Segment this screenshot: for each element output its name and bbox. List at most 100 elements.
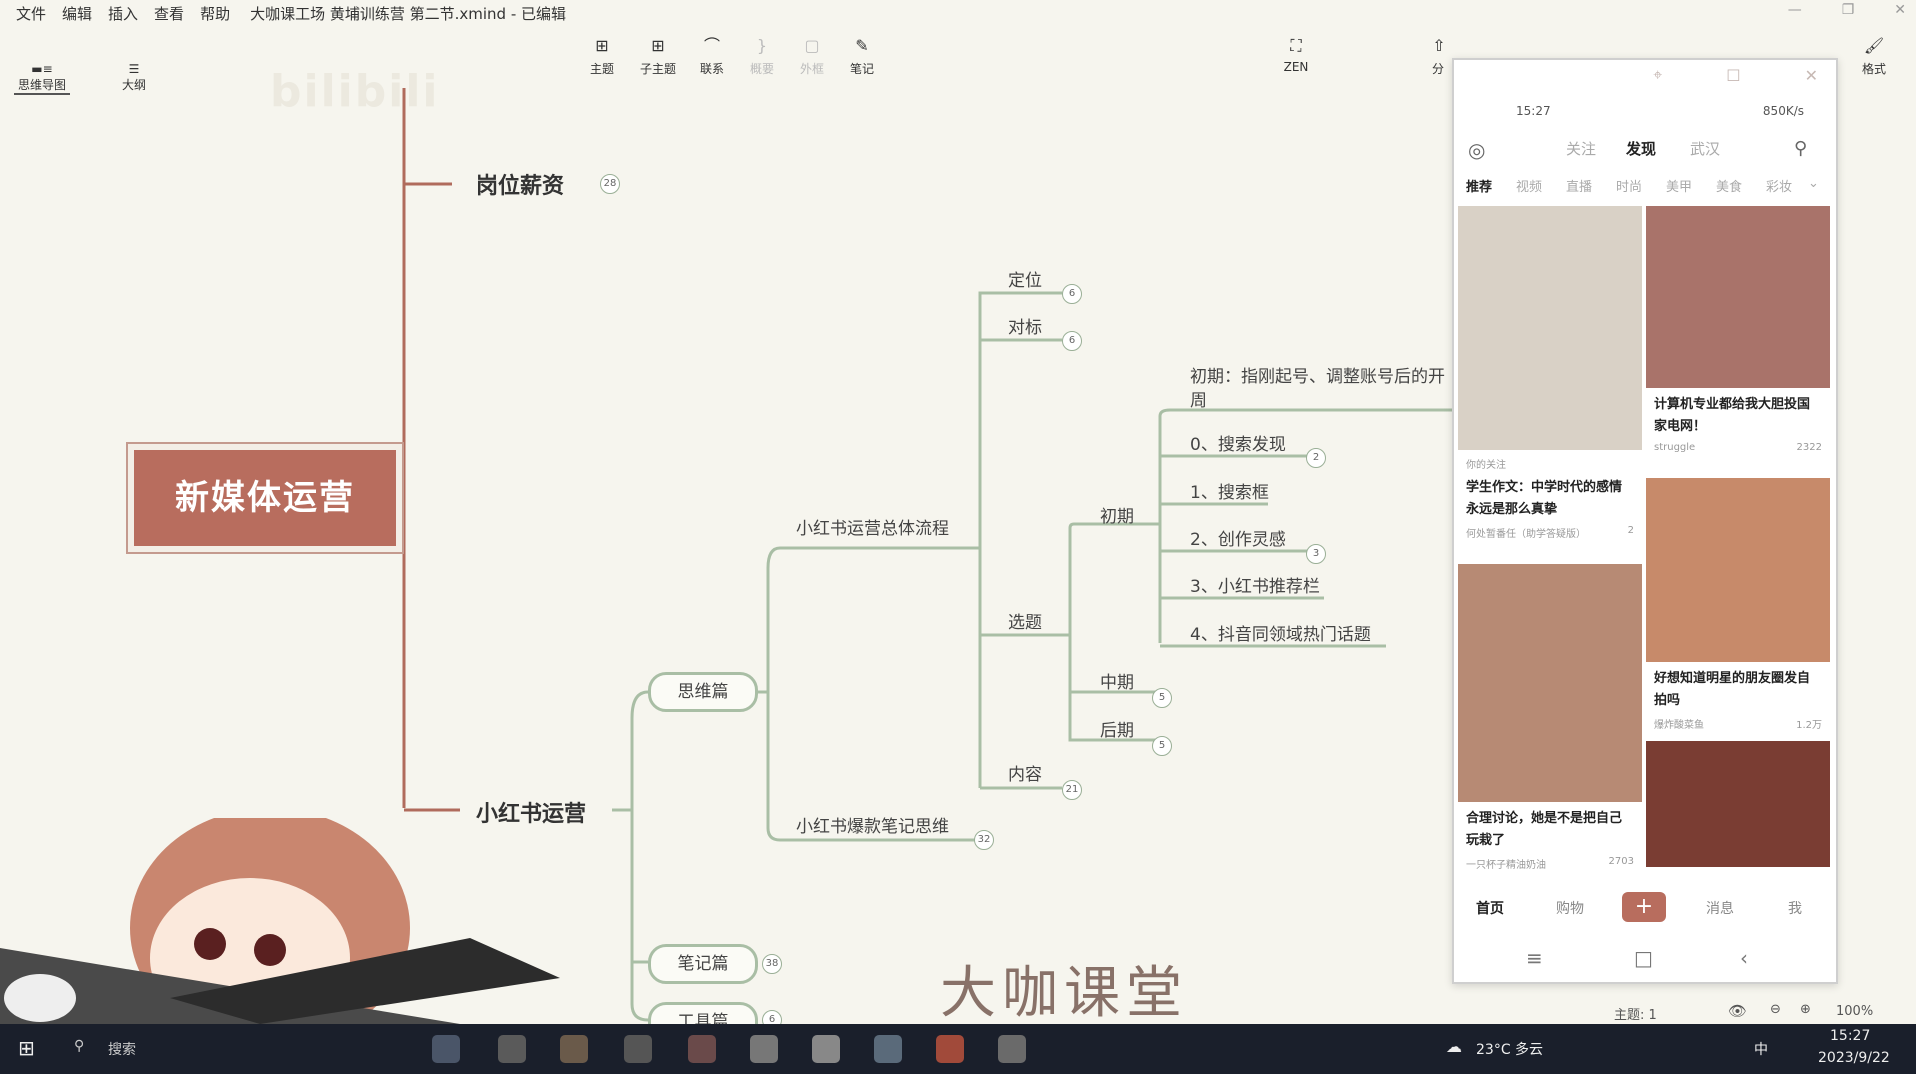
- phone-maximize-icon[interactable]: ☐: [1726, 66, 1740, 85]
- topic-item3[interactable]: 3、小红书推荐栏: [1190, 572, 1320, 597]
- windows-start-icon[interactable]: ⊞: [18, 1036, 35, 1060]
- menu-edit[interactable]: 编辑: [62, 3, 92, 24]
- boundary-button[interactable]: ▢ 外框: [784, 36, 840, 77]
- feed-card[interactable]: 好想知道明星的朋友圈发自拍吗 爆炸酸菜鱼 1.2万: [1646, 478, 1830, 867]
- nav-shop[interactable]: 购物: [1556, 898, 1584, 918]
- folder-icon[interactable]: [998, 1035, 1026, 1063]
- zoom-out-icon[interactable]: ⊖: [1770, 1002, 1781, 1017]
- zoom-in-icon[interactable]: ⊕: [1800, 1002, 1811, 1017]
- zen-button[interactable]: ⛶ ZEN: [1268, 36, 1324, 74]
- clock-date[interactable]: 2023/9/22: [1818, 1050, 1890, 1066]
- app-icon[interactable]: [498, 1035, 526, 1063]
- share-button[interactable]: ⇧ 分: [1428, 36, 1448, 77]
- card-title: 计算机专业都给我大胆投国家电网！: [1654, 397, 1811, 434]
- collapse-badge-middle[interactable]: 5: [1152, 688, 1172, 708]
- topic-salary[interactable]: 岗位薪资: [476, 168, 564, 200]
- collapse-badge-notes[interactable]: 38: [762, 954, 782, 974]
- feed-card[interactable]: 计算机专业都给我大胆投国家电网！ struggle 2322: [1646, 206, 1830, 457]
- topic-benchmark[interactable]: 对标: [1008, 313, 1042, 338]
- feed-card[interactable]: 合理讨论，她是不是把自己玩栽了 一只杯子精油奶油 2703: [1458, 564, 1642, 875]
- cat-recommend[interactable]: 推荐: [1466, 176, 1492, 195]
- topic-button[interactable]: ⊞ 主题: [574, 36, 630, 77]
- cat-fashion[interactable]: 时尚: [1616, 176, 1642, 195]
- music-app-icon[interactable]: [560, 1035, 588, 1063]
- topic-item2[interactable]: 2、创作灵感: [1190, 525, 1286, 550]
- back-arrow-icon[interactable]: ‹: [1740, 946, 1748, 970]
- topic-item0[interactable]: 0、搜索发现: [1190, 430, 1286, 455]
- cat-makeup[interactable]: 彩妆: [1766, 176, 1792, 195]
- collapse-badge-positioning[interactable]: 6: [1062, 284, 1082, 304]
- collapse-badge-viral[interactable]: 32: [974, 830, 994, 850]
- app-icon[interactable]: [750, 1035, 778, 1063]
- central-topic[interactable]: 新媒体运营: [126, 442, 404, 554]
- weather-text[interactable]: 23°C 多云: [1476, 1039, 1543, 1059]
- phone-mirror-window[interactable]: ⌖ ☐ ✕ 15:27 850K/s ◎ 关注 发现 武汉 ⚲ 推荐 视频 直播…: [1452, 58, 1838, 984]
- topic-early[interactable]: 初期: [1100, 502, 1134, 527]
- maximize-icon[interactable]: ❐: [1842, 2, 1855, 18]
- app-icon[interactable]: [812, 1035, 840, 1063]
- card-meta: 何处暂番任（助学答疑版） 2: [1458, 521, 1642, 544]
- relation-button[interactable]: ⌒ 联系: [684, 36, 740, 77]
- card-meta: 一只杯子精油奶油 2703: [1458, 852, 1642, 875]
- phone-link-icon[interactable]: [874, 1035, 902, 1063]
- topic-notes[interactable]: 笔记篇: [648, 944, 758, 984]
- cat-live[interactable]: 直播: [1566, 176, 1592, 195]
- menu-lines-icon[interactable]: ≡: [1526, 946, 1543, 970]
- menu-view[interactable]: 查看: [154, 3, 184, 24]
- collapse-badge-benchmark[interactable]: 6: [1062, 331, 1082, 351]
- nav-home[interactable]: 首页: [1476, 898, 1504, 918]
- taskbar-search-icon[interactable]: ⚲: [74, 1038, 84, 1054]
- collapse-badge-content[interactable]: 21: [1062, 780, 1082, 800]
- phone-search-icon[interactable]: ⚲: [1794, 138, 1807, 159]
- topic-content[interactable]: 内容: [1008, 760, 1042, 785]
- clock-time[interactable]: 15:27: [1830, 1028, 1870, 1044]
- cat-nails[interactable]: 美甲: [1666, 176, 1692, 195]
- app-icon[interactable]: [624, 1035, 652, 1063]
- feed-card[interactable]: 你的关注 学生作文：中学时代的感情永远是那么真挚 何处暂番任（助学答疑版） 2: [1458, 206, 1642, 544]
- topic-overall-flow[interactable]: 小红书运营总体流程: [796, 514, 949, 539]
- topic-item1[interactable]: 1、搜索框: [1190, 478, 1269, 503]
- cat-video[interactable]: 视频: [1516, 176, 1542, 195]
- cat-expand-icon[interactable]: ⌄: [1808, 176, 1819, 191]
- close-icon[interactable]: ✕: [1894, 2, 1906, 18]
- format-button[interactable]: 🖌 格式: [1846, 36, 1902, 77]
- menu-help[interactable]: 帮助: [200, 3, 230, 24]
- topic-item4[interactable]: 4、抖音同领域热门话题: [1190, 620, 1371, 645]
- topic-early-desc-line1[interactable]: 初期：指刚起号、调整账号后的开: [1190, 362, 1445, 387]
- topic-positioning[interactable]: 定位: [1008, 266, 1042, 291]
- browser-icon[interactable]: [688, 1035, 716, 1063]
- phone-tab-discover[interactable]: 发现: [1626, 138, 1656, 159]
- menu-file[interactable]: 文件: [16, 3, 46, 24]
- subtopic-button[interactable]: ⊞ 子主题: [630, 36, 686, 77]
- card-likes: 2: [1627, 525, 1634, 536]
- radar-icon[interactable]: ◎: [1468, 138, 1485, 162]
- note-button[interactable]: ✎ 笔记: [834, 36, 890, 77]
- collapse-badge-item2[interactable]: 3: [1306, 544, 1326, 564]
- topic-select[interactable]: 选题: [1008, 608, 1042, 633]
- pin-icon[interactable]: ⌖: [1653, 65, 1662, 85]
- home-square-icon[interactable]: □: [1634, 946, 1653, 970]
- collapse-badge-late[interactable]: 5: [1152, 736, 1172, 756]
- collapse-badge-salary[interactable]: 28: [600, 174, 620, 194]
- nav-create-button[interactable]: +: [1622, 892, 1666, 922]
- collapse-badge-item0[interactable]: 2: [1306, 448, 1326, 468]
- taskbar-search[interactable]: 搜索: [108, 1039, 136, 1059]
- topic-middle[interactable]: 中期: [1100, 668, 1134, 693]
- nav-me[interactable]: 我: [1788, 898, 1802, 918]
- ime-indicator[interactable]: 中: [1754, 1039, 1768, 1059]
- topic-thinking[interactable]: 思维篇: [648, 672, 758, 712]
- topic-viral-notes[interactable]: 小红书爆款笔记思维: [796, 812, 949, 837]
- xmind-icon[interactable]: [936, 1035, 964, 1063]
- phone-close-icon[interactable]: ✕: [1805, 66, 1818, 85]
- phone-tab-local[interactable]: 武汉: [1690, 138, 1720, 159]
- phone-tab-follow[interactable]: 关注: [1566, 138, 1596, 159]
- topic-late[interactable]: 后期: [1100, 716, 1134, 741]
- nav-messages[interactable]: 消息: [1706, 898, 1734, 918]
- app-icon[interactable]: [432, 1035, 460, 1063]
- cat-food[interactable]: 美食: [1716, 176, 1742, 195]
- menu-insert[interactable]: 插入: [108, 3, 138, 24]
- eye-icon[interactable]: 👁: [1728, 1002, 1747, 1020]
- topic-early-desc-line2: 周: [1190, 391, 1207, 411]
- summary-button[interactable]: } 概要: [734, 36, 790, 77]
- minimize-icon[interactable]: —: [1788, 2, 1802, 18]
